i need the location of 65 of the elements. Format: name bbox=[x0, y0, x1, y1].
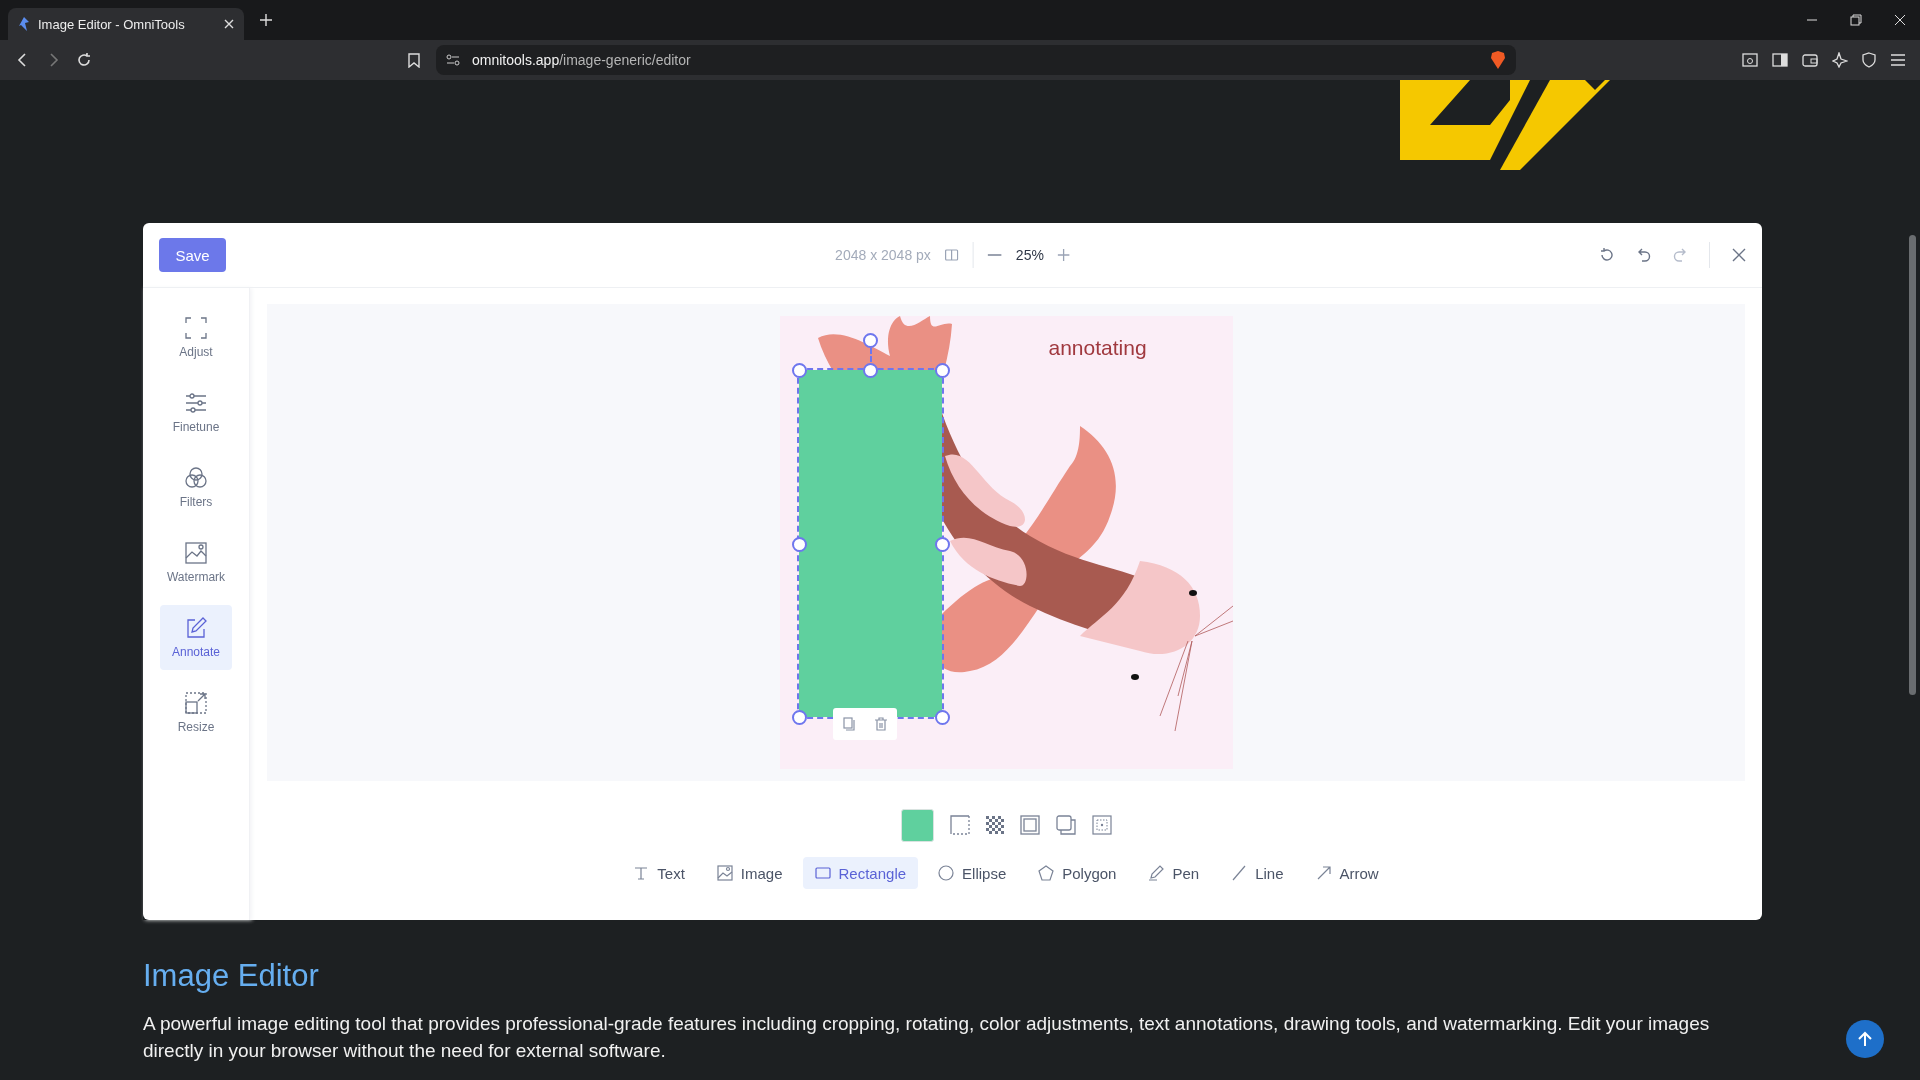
sidebar-item[interactable]: Watermark bbox=[160, 530, 232, 595]
text-icon bbox=[633, 865, 650, 881]
frame-icon[interactable] bbox=[1019, 815, 1040, 835]
line-icon bbox=[1231, 865, 1248, 881]
picture-icon bbox=[716, 865, 733, 881]
page-description: A powerful image editing tool that provides professional-grade features including cropping, rotating, color adjustments, text annotations, drawing tools, and watermarking. Edit your images directly in your browser without the need for external software. bbox=[143, 1012, 1711, 1063]
sliders-icon bbox=[185, 391, 207, 414]
zoom-level: 25% bbox=[1015, 247, 1044, 263]
resize-icon bbox=[185, 691, 207, 714]
image-dimensions: 2048 x 2048 px bbox=[835, 247, 931, 263]
sidebar-icon[interactable] bbox=[1772, 53, 1788, 67]
sidebar-item[interactable]: Annotate bbox=[160, 605, 232, 670]
circles-icon bbox=[185, 466, 207, 489]
circle-icon bbox=[938, 865, 955, 881]
shadow-icon[interactable] bbox=[1055, 815, 1076, 835]
tab-title: Image Editor - OmniTools bbox=[38, 16, 186, 32]
undo-icon[interactable] bbox=[1637, 247, 1651, 263]
scroll-top-button[interactable] bbox=[1846, 1020, 1884, 1058]
app-logo-icon bbox=[18, 17, 30, 31]
shield-icon[interactable] bbox=[1490, 51, 1506, 69]
page-heading: Image Editor bbox=[143, 958, 320, 994]
tool-button[interactable]: Rectangle bbox=[802, 857, 919, 889]
shield-icon[interactable] bbox=[1862, 52, 1876, 68]
tool-button[interactable]: Text bbox=[621, 857, 697, 889]
menu-icon[interactable] bbox=[1890, 53, 1906, 67]
picture-icon bbox=[185, 541, 207, 564]
tool-button[interactable]: Image bbox=[704, 857, 795, 889]
pen-icon bbox=[1148, 865, 1165, 881]
tool-button[interactable]: Line bbox=[1219, 857, 1296, 889]
sidebar-item[interactable]: Finetune bbox=[160, 380, 232, 445]
restore-icon[interactable] bbox=[1850, 14, 1862, 26]
save-button[interactable]: Save bbox=[159, 238, 226, 272]
bookmark-icon[interactable] bbox=[408, 52, 420, 68]
reset-icon[interactable] bbox=[1599, 247, 1615, 263]
zoom-in-icon[interactable] bbox=[1057, 249, 1070, 261]
pattern-icon[interactable] bbox=[985, 816, 1004, 834]
tool-button[interactable]: Pen bbox=[1136, 857, 1212, 889]
pencil-square-icon bbox=[185, 616, 207, 639]
rectangle-icon bbox=[814, 865, 831, 881]
site-settings-icon[interactable] bbox=[446, 54, 460, 66]
arrow-icon bbox=[1315, 865, 1332, 881]
compare-icon[interactable] bbox=[944, 249, 959, 261]
address-field[interactable]: omnitools.app/image-generic/editor bbox=[436, 45, 1516, 75]
reload-icon[interactable] bbox=[76, 52, 92, 68]
fill-color-swatch[interactable] bbox=[900, 808, 934, 842]
pentagon-icon bbox=[1038, 865, 1055, 881]
corner-radius-icon[interactable] bbox=[1091, 815, 1112, 835]
sparkle-icon[interactable] bbox=[1832, 52, 1848, 68]
url-text: omnitools.app/image-generic/editor bbox=[472, 52, 692, 68]
plus-icon[interactable] bbox=[260, 14, 272, 26]
browser-tab[interactable]: Image Editor - OmniTools bbox=[8, 8, 244, 40]
tool-button[interactable]: Arrow bbox=[1303, 857, 1391, 889]
arrow-up-icon bbox=[1858, 1031, 1872, 1047]
sidebar-item[interactable]: Adjust bbox=[160, 305, 232, 370]
tool-button[interactable]: Polygon bbox=[1026, 857, 1129, 889]
trash-icon[interactable] bbox=[874, 717, 887, 731]
duplicate-icon[interactable] bbox=[842, 717, 855, 731]
tab-search-icon[interactable] bbox=[1742, 53, 1758, 67]
sidebar-item[interactable]: Resize bbox=[160, 680, 232, 745]
tool-button[interactable]: Ellipse bbox=[926, 857, 1019, 889]
crop-corners-icon bbox=[185, 316, 207, 339]
annotation-text[interactable]: annotating bbox=[1048, 336, 1147, 360]
stroke-style-icon[interactable] bbox=[949, 815, 970, 835]
wallet-icon[interactable] bbox=[1802, 53, 1818, 67]
sidebar-item[interactable]: Filters bbox=[160, 455, 232, 520]
